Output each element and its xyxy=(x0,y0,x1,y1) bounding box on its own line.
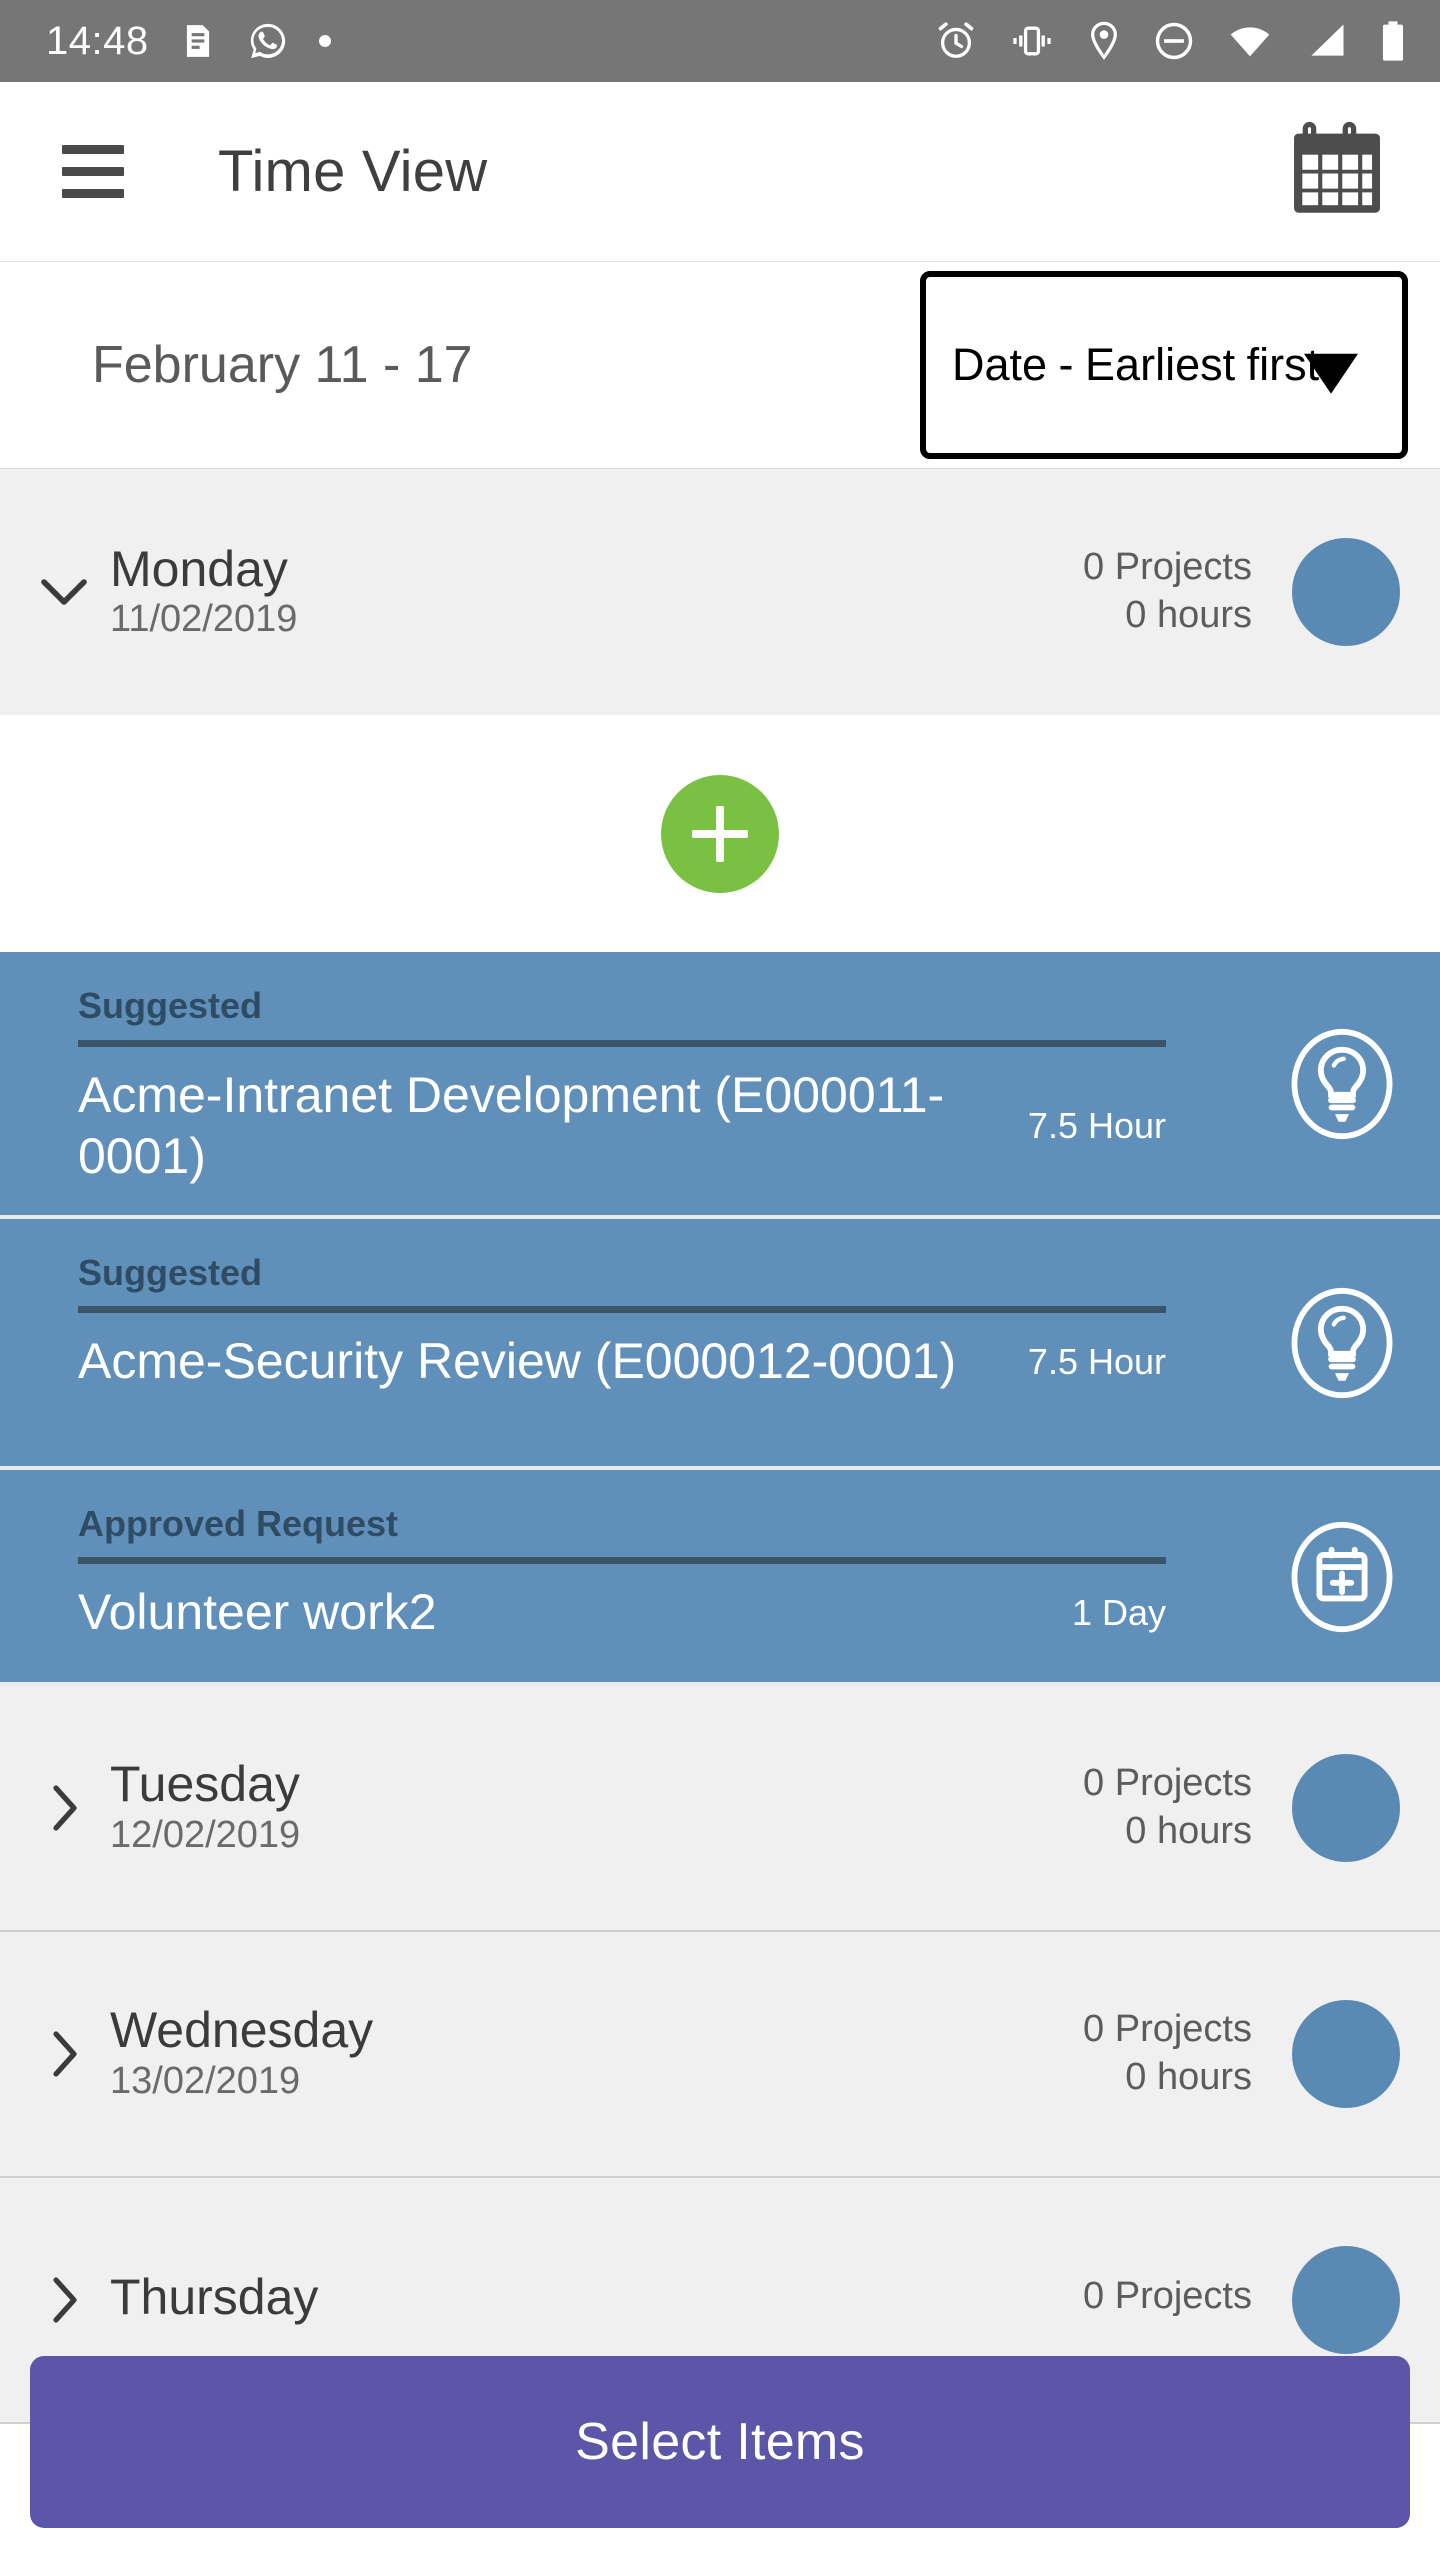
day-projects-count: 0 Projects xyxy=(1083,2007,1252,2050)
select-items-button[interactable]: Select Items xyxy=(30,2356,1410,2528)
page-title: Time View xyxy=(218,139,488,204)
location-icon xyxy=(1091,21,1117,60)
suggestion-card[interactable]: Suggested Acme-Security Review (E000012-… xyxy=(0,1218,1440,1470)
day-row-tuesday[interactable]: Tuesday 12/02/2019 0 Projects 0 hours xyxy=(0,1685,1440,1932)
day-name: Thursday xyxy=(110,2269,319,2326)
day-hours-count: 0 hours xyxy=(1125,1809,1252,1852)
vibrate-icon xyxy=(1013,26,1051,56)
week-range-label: February 11 - 17 xyxy=(92,336,473,394)
day-projects-count: 0 Projects xyxy=(1083,546,1252,589)
day-info: Thursday xyxy=(110,2271,318,2328)
card-duration: 7.5 Hour xyxy=(1027,1340,1166,1382)
day-stats: 0 Projects 0 hours xyxy=(1083,1761,1252,1853)
status-bar-left: 14:48 xyxy=(46,20,331,62)
lightbulb-icon[interactable] xyxy=(1284,1285,1400,1401)
status-clock: 14:48 xyxy=(46,19,149,63)
add-entry-row xyxy=(0,715,1440,952)
day-list: Monday 11/02/2019 0 Projects 0 hours Sug… xyxy=(0,469,1440,2424)
app-screen: 14:48 Time View February 11 - 17 Date - … xyxy=(0,0,1440,2560)
day-stats: 0 Projects xyxy=(1083,2274,1252,2324)
caret-down-icon xyxy=(1304,353,1358,394)
calendar-icon[interactable] xyxy=(1288,119,1386,224)
day-info: Monday 11/02/2019 xyxy=(110,543,297,641)
day-info: Tuesday 12/02/2019 xyxy=(110,1758,300,1856)
card-kicker: Approved Request xyxy=(78,1502,399,1544)
sort-dropdown[interactable]: Date - Earliest first xyxy=(920,271,1408,459)
card-content: Suggested Acme-Intranet Development (E00… xyxy=(78,982,1238,1187)
note-icon xyxy=(186,25,209,57)
hamburger-bar xyxy=(62,189,124,198)
card-divider xyxy=(78,1306,1166,1314)
status-bar-right xyxy=(934,18,1406,64)
week-header: February 11 - 17 Date - Earliest first xyxy=(0,262,1440,469)
day-name: Wednesday xyxy=(110,2002,374,2059)
sort-dropdown-value: Date - Earliest first xyxy=(952,339,1320,391)
whatsapp-icon xyxy=(250,23,285,59)
suggestion-card[interactable]: Suggested Acme-Intranet Development (E00… xyxy=(0,952,1440,1219)
wifi-icon xyxy=(1230,27,1270,57)
chevron-right-icon[interactable] xyxy=(40,1784,88,1832)
day-stats: 0 Projects 0 hours xyxy=(1083,2007,1252,2099)
chevron-right-icon[interactable] xyxy=(40,2276,88,2324)
day-name: Monday xyxy=(110,540,288,597)
add-entry-button[interactable] xyxy=(661,774,779,893)
day-projects-count: 0 Projects xyxy=(1083,2274,1252,2317)
day-stats: 0 Projects 0 hours xyxy=(1083,546,1252,637)
card-body: Volunteer work2 1 Day xyxy=(78,1582,1166,1643)
app-bar: Time View xyxy=(0,82,1440,262)
lightbulb-icon[interactable] xyxy=(1284,1026,1400,1142)
card-body: Acme-Intranet Development (E000011-0001)… xyxy=(78,1065,1166,1187)
chevron-right-icon[interactable] xyxy=(40,2030,88,2078)
battery-icon xyxy=(1382,21,1404,61)
card-content: Suggested Acme-Security Review (E000012-… xyxy=(78,1249,1238,1393)
avatar[interactable] xyxy=(1292,1999,1400,2108)
day-row-wednesday[interactable]: Wednesday 13/02/2019 0 Projects 0 hours xyxy=(0,1931,1440,2178)
dot-icon xyxy=(318,35,331,47)
avatar[interactable] xyxy=(1292,1753,1400,1862)
select-items-label: Select Items xyxy=(575,2413,865,2471)
card-title: Acme-Security Review (E000012-0001) xyxy=(78,1333,957,1390)
day-date: 13/02/2019 xyxy=(110,2059,301,2102)
day-info: Wednesday 13/02/2019 xyxy=(110,2004,373,2102)
day-name: Tuesday xyxy=(110,1756,300,1813)
day-date: 12/02/2019 xyxy=(110,1813,301,1856)
card-title: Acme-Intranet Development (E000011-0001) xyxy=(78,1066,945,1184)
card-content: Approved Request Volunteer work2 1 Day xyxy=(78,1500,1238,1644)
day-hours-count: 0 hours xyxy=(1125,2055,1252,2098)
card-duration: 7.5 Hour xyxy=(1027,1104,1166,1146)
card-title: Volunteer work2 xyxy=(78,1584,437,1641)
day-date: 11/02/2019 xyxy=(110,598,298,641)
card-body: Acme-Security Review (E000012-0001) 7.5 … xyxy=(78,1331,1166,1392)
hamburger-menu-icon[interactable] xyxy=(62,145,124,198)
alarm-icon xyxy=(938,22,974,58)
day-row-monday[interactable]: Monday 11/02/2019 0 Projects 0 hours xyxy=(0,469,1440,715)
avatar[interactable] xyxy=(1292,2245,1400,2354)
card-divider xyxy=(78,1039,1166,1047)
avatar[interactable] xyxy=(1292,538,1400,646)
calendar-plus-icon[interactable] xyxy=(1284,1519,1400,1635)
card-divider xyxy=(78,1557,1166,1565)
day-hours-count: 0 hours xyxy=(1125,594,1252,636)
card-duration: 1 Day xyxy=(1071,1591,1166,1633)
status-bar: 14:48 xyxy=(0,0,1440,82)
hamburger-bar xyxy=(62,145,124,154)
chevron-down-icon[interactable] xyxy=(40,575,88,609)
hamburger-bar xyxy=(62,167,124,176)
approved-request-card[interactable]: Approved Request Volunteer work2 1 Day xyxy=(0,1469,1440,1686)
signal-icon xyxy=(1311,24,1344,56)
card-kicker: Suggested xyxy=(78,1251,263,1293)
card-kicker: Suggested xyxy=(78,985,263,1026)
day-projects-count: 0 Projects xyxy=(1083,1761,1252,1804)
do-not-disturb-icon xyxy=(1155,22,1193,60)
